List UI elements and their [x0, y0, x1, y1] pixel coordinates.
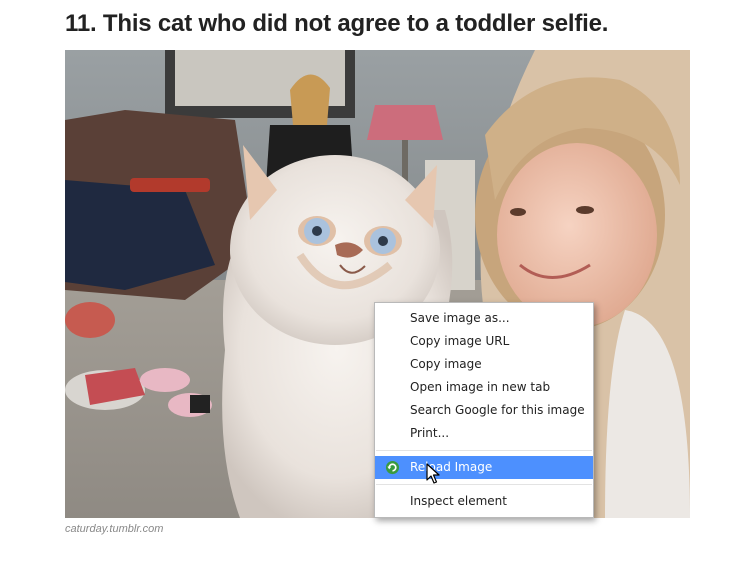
- article-heading: 11. This cat who did not agree to a todd…: [65, 10, 609, 37]
- menu-item-copy-image[interactable]: Copy image: [375, 353, 593, 376]
- menu-item-label: Save image as...: [410, 311, 510, 325]
- menu-item-reload-image[interactable]: Reload Image: [375, 456, 593, 479]
- menu-item-open-image-new-tab[interactable]: Open image in new tab: [375, 376, 593, 399]
- menu-item-print[interactable]: Print...: [375, 422, 593, 445]
- menu-item-save-image-as[interactable]: Save image as...: [375, 307, 593, 330]
- menu-item-label: Reload Image: [410, 460, 493, 474]
- menu-item-label: Print...: [410, 426, 450, 440]
- menu-item-label: Inspect element: [410, 494, 507, 508]
- menu-separator: [376, 484, 592, 485]
- menu-item-label: Copy image: [410, 357, 482, 371]
- menu-item-search-google-image[interactable]: Search Google for this image: [375, 399, 593, 422]
- menu-separator: [376, 450, 592, 451]
- article-page: 11. This cat who did not agree to a todd…: [0, 0, 753, 570]
- photo-credit[interactable]: caturday.tumblr.com: [65, 523, 163, 535]
- menu-item-copy-image-url[interactable]: Copy image URL: [375, 330, 593, 353]
- reload-icon: [385, 460, 400, 475]
- menu-item-label: Copy image URL: [410, 334, 510, 348]
- menu-item-inspect-element[interactable]: Inspect element: [375, 490, 593, 513]
- context-menu: Save image as... Copy image URL Copy ima…: [374, 302, 594, 518]
- menu-item-label: Search Google for this image: [410, 403, 585, 417]
- menu-item-label: Open image in new tab: [410, 380, 551, 394]
